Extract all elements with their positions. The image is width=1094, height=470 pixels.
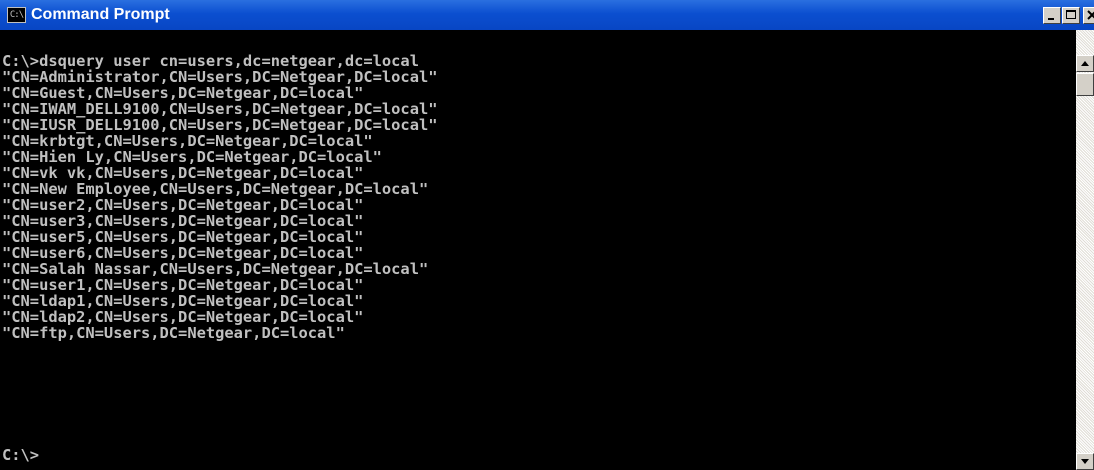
output-line: "CN=ldap2,CN=Users,DC=Netgear,DC=local"	[2, 308, 364, 326]
maximize-button[interactable]	[1062, 7, 1080, 24]
vertical-scrollbar[interactable]	[1076, 30, 1094, 470]
output-line: "CN=New Employee,CN=Users,DC=Netgear,DC=…	[2, 180, 429, 198]
minimize-icon	[1048, 18, 1054, 20]
output-line: "CN=Administrator,CN=Users,DC=Netgear,DC…	[2, 68, 438, 86]
output-line: "CN=IUSR_DELL9100,CN=Users,DC=Netgear,DC…	[2, 116, 438, 134]
output-line: "CN=user2,CN=Users,DC=Netgear,DC=local"	[2, 196, 364, 214]
output-line: "CN=Guest,CN=Users,DC=Netgear,DC=local"	[2, 84, 364, 102]
output-line: "CN=user5,CN=Users,DC=Netgear,DC=local"	[2, 228, 364, 246]
scroll-thumb[interactable]	[1076, 73, 1094, 96]
console-output[interactable]: C:\>dsquery user cn=users,dc=netgear,dc=…	[0, 30, 1076, 470]
arrow-up-icon	[1081, 61, 1089, 66]
close-button[interactable]	[1083, 7, 1094, 24]
output-line: "CN=user1,CN=Users,DC=Netgear,DC=local"	[2, 276, 364, 294]
minimize-button[interactable]	[1043, 7, 1061, 24]
arrow-down-icon	[1081, 459, 1089, 464]
output-line: "CN=Hien Ly,CN=Users,DC=Netgear,DC=local…	[2, 148, 382, 166]
output-lines: C:\>dsquery user cn=users,dc=netgear,dc=…	[2, 53, 438, 341]
scroll-down-button[interactable]	[1076, 453, 1094, 470]
output-line: "CN=user6,CN=Users,DC=Netgear,DC=local"	[2, 244, 364, 262]
output-line: "CN=ftp,CN=Users,DC=Netgear,DC=local"	[2, 324, 345, 342]
scroll-up-button[interactable]	[1076, 55, 1094, 72]
command-prompt-line[interactable]: C:\>	[2, 447, 39, 463]
command-prompt-icon[interactable]: C:\	[7, 7, 26, 23]
output-line: "CN=krbtgt,CN=Users,DC=Netgear,DC=local"	[2, 132, 373, 150]
title-bar[interactable]: C:\ Command Prompt	[0, 0, 1094, 30]
command-line: C:\>dsquery user cn=users,dc=netgear,dc=…	[2, 52, 419, 70]
window-title: Command Prompt	[31, 6, 170, 23]
output-line: "CN=Salah Nassar,CN=Users,DC=Netgear,DC=…	[2, 260, 429, 278]
output-line: "CN=ldap1,CN=Users,DC=Netgear,DC=local"	[2, 292, 364, 310]
output-line: "CN=vk vk,CN=Users,DC=Netgear,DC=local"	[2, 164, 364, 182]
close-icon	[1087, 10, 1094, 20]
maximize-icon	[1066, 10, 1076, 19]
output-line: "CN=user3,CN=Users,DC=Netgear,DC=local"	[2, 212, 364, 230]
output-line: "CN=IWAM_DELL9100,CN=Users,DC=Netgear,DC…	[2, 100, 438, 118]
command-prompt-window: C:\ Command Prompt C:\>dsquery user cn=u…	[0, 0, 1094, 470]
